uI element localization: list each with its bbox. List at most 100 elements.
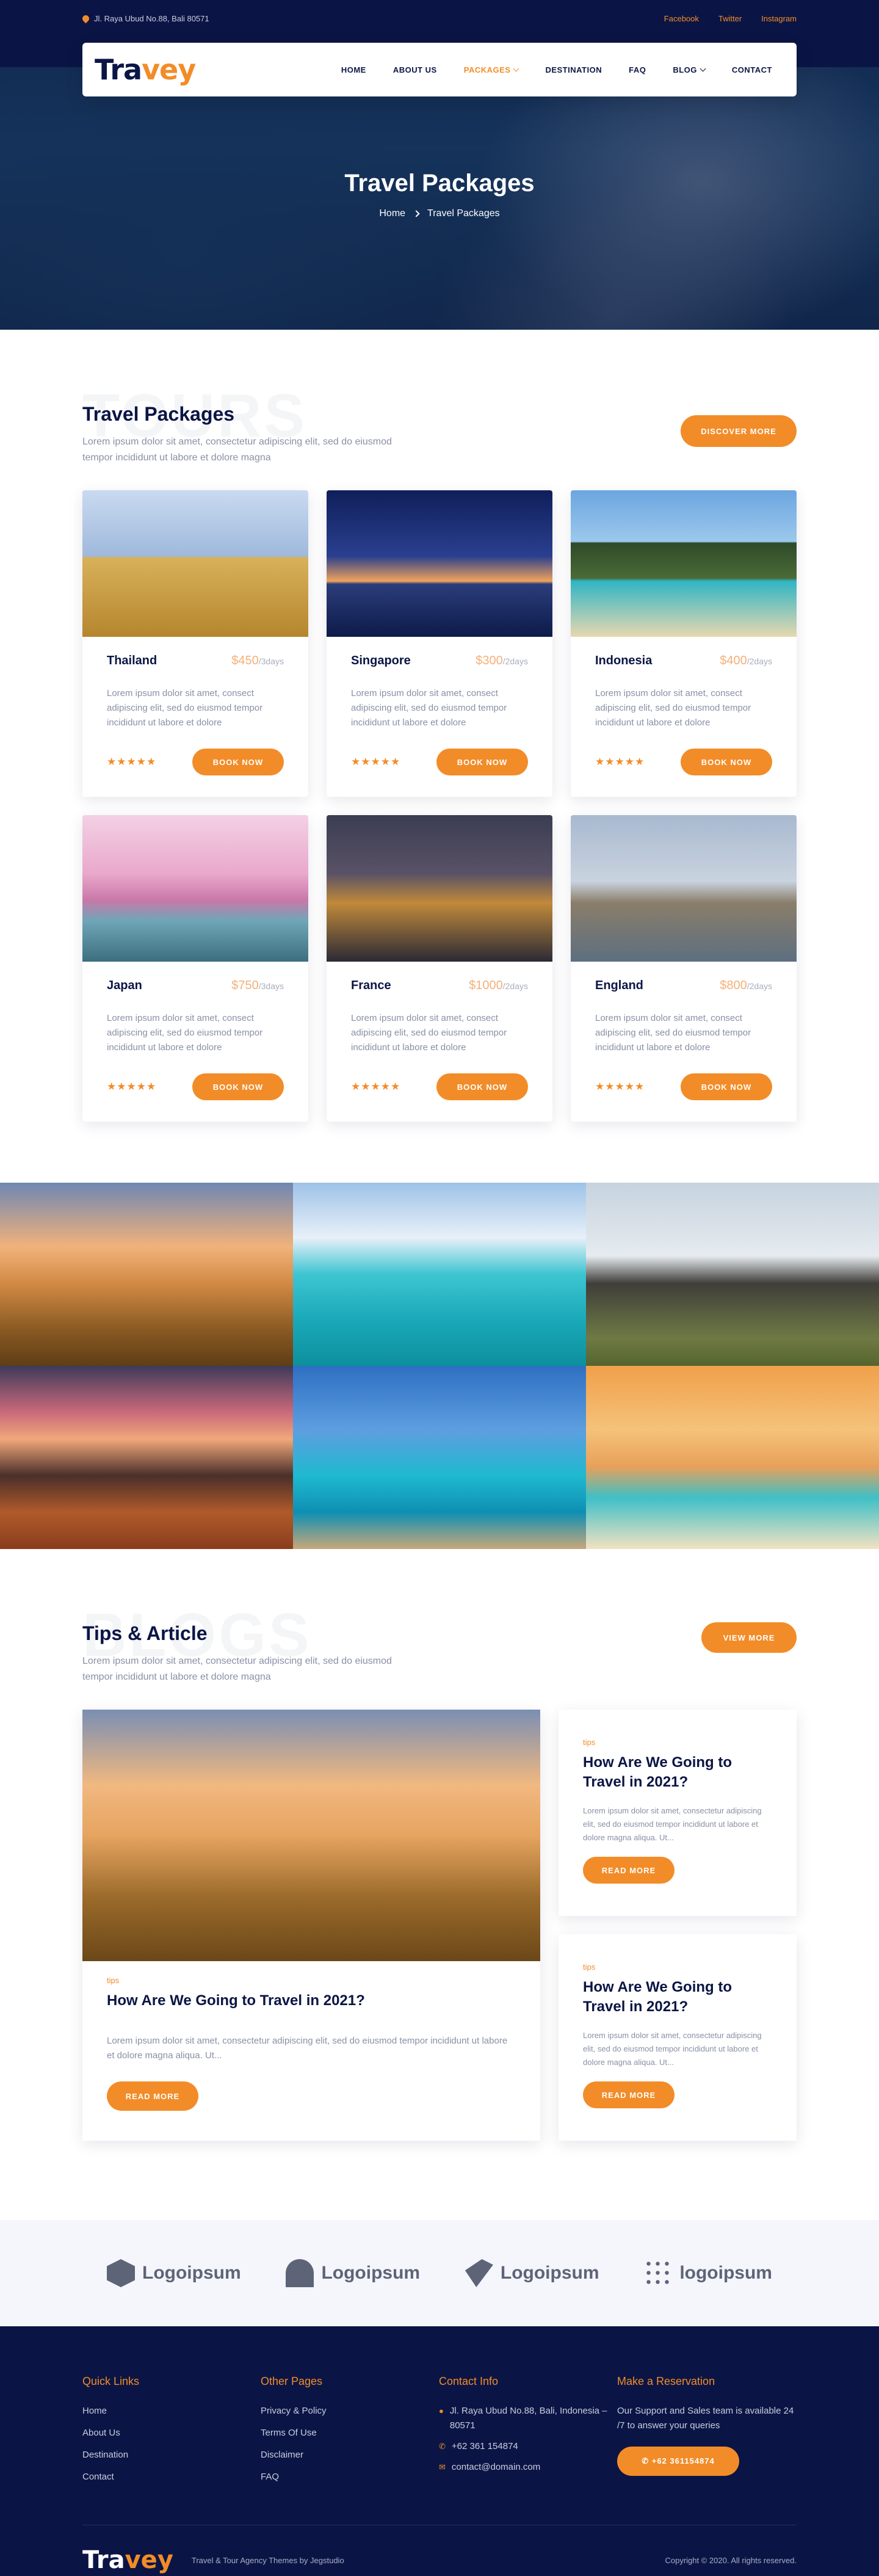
balloon-valley-image <box>82 1710 540 1961</box>
nav-blog[interactable]: BLOG <box>673 65 706 74</box>
footer-link-home[interactable]: Home <box>82 2404 261 2418</box>
book-now-button[interactable]: BOOK NOW <box>681 749 772 775</box>
twitter-link[interactable]: Twitter <box>718 14 742 23</box>
nav-packages-label: PACKAGES <box>463 65 511 74</box>
footer-link-faq[interactable]: FAQ <box>261 2470 439 2484</box>
nav-contact[interactable]: CONTACT <box>732 65 772 74</box>
view-more-button[interactable]: VIEW MORE <box>701 1622 797 1653</box>
singapore-skyline-image <box>327 490 552 637</box>
arch-logo-icon <box>286 2259 314 2287</box>
footer-link-privacy[interactable]: Privacy & Policy <box>261 2404 439 2418</box>
instagram-link[interactable]: Instagram <box>761 14 797 23</box>
footer-link-destination[interactable]: Destination <box>82 2448 261 2462</box>
price-unit: /2days <box>747 981 772 991</box>
footer-link-terms[interactable]: Terms Of Use <box>261 2426 439 2440</box>
nav-faq[interactable]: FAQ <box>629 65 646 74</box>
nav-destination[interactable]: DESTINATION <box>545 65 602 74</box>
footer-link-about[interactable]: About Us <box>82 2426 261 2440</box>
copyright-text: Copyright © 2020. All rights reserved. <box>665 2555 797 2565</box>
japan-cherry-blossom-image <box>82 815 308 962</box>
read-more-button[interactable]: READ MORE <box>107 2081 198 2111</box>
footer-bottom: Travey Travel & Tour Agency Themes by Je… <box>82 2525 797 2574</box>
reservation-phone-label: +62 361154874 <box>651 2456 715 2465</box>
gallery-island-resort-image[interactable] <box>293 1183 586 1366</box>
package-card: England $800/2days Lorem ipsum dolor sit… <box>571 815 797 1122</box>
footer-tagline: Travel & Tour Agency Themes by Jegstudio <box>191 2555 344 2565</box>
package-price: $300/2days <box>476 654 528 668</box>
contact-email[interactable]: contact@domain.com <box>452 2460 540 2475</box>
rating-stars-icon: ★★★★★ <box>595 1081 645 1092</box>
book-now-button[interactable]: BOOK NOW <box>192 749 284 775</box>
call-reservation-button[interactable]: ✆ +62 361154874 <box>617 2447 739 2476</box>
footer-quick-links: Quick Links Home About Us Destination Co… <box>82 2375 261 2492</box>
breadcrumb-home[interactable]: Home <box>379 208 405 219</box>
blog-title[interactable]: How Are We Going to Travel in 2021? <box>107 1992 516 2009</box>
gallery-prambanan-temple-image[interactable] <box>586 1183 879 1366</box>
partner-logo: logoipsum <box>644 2259 772 2287</box>
book-now-button[interactable]: BOOK NOW <box>436 749 528 775</box>
site-footer: Quick Links Home About Us Destination Co… <box>0 2326 879 2576</box>
nav-home[interactable]: HOME <box>341 65 366 74</box>
book-now-button[interactable]: BOOK NOW <box>436 1073 528 1100</box>
packages-section: TOURS Travel Packages Lorem ipsum dolor … <box>0 330 879 1122</box>
gallery-tropical-beach-image[interactable] <box>586 1366 879 1549</box>
footer-heading: Contact Info <box>439 2375 499 2387</box>
footer-link-contact[interactable]: Contact <box>82 2470 261 2484</box>
blog-title[interactable]: How Are We Going to Travel in 2021? <box>583 1753 772 1792</box>
package-name: Japan <box>107 979 142 992</box>
blog-card: tips How Are We Going to Travel in 2021?… <box>559 1710 797 1916</box>
partner-logo: Logoipsum <box>107 2259 241 2287</box>
phone-icon: ✆ <box>439 2442 446 2451</box>
blogs-section: BLOGS Tips & Article Lorem ipsum dolor s… <box>0 1549 879 2141</box>
chevron-right-icon <box>413 210 420 217</box>
facebook-link[interactable]: Facebook <box>664 14 699 23</box>
footer-heading: Other Pages <box>261 2375 323 2387</box>
contact-phone[interactable]: +62 361 154874 <box>452 2439 518 2454</box>
shard-logo-icon <box>465 2259 493 2287</box>
chevron-down-icon <box>700 65 706 71</box>
footer-link-disclaimer[interactable]: Disclaimer <box>261 2448 439 2462</box>
read-more-button[interactable]: READ MORE <box>583 1857 675 1884</box>
price-unit: /2days <box>747 656 772 666</box>
reservation-text: Our Support and Sales team is available … <box>617 2406 794 2431</box>
nav-packages[interactable]: PACKAGES <box>464 65 519 74</box>
gallery-volcano-sunrise-image[interactable] <box>0 1366 293 1549</box>
package-card: Thailand $450/3days Lorem ipsum dolor si… <box>82 490 308 797</box>
nav-home-label: HOME <box>341 65 366 74</box>
gallery-cappadocia-image[interactable] <box>0 1183 293 1366</box>
nav-blog-label: BLOG <box>673 65 697 74</box>
hexagon-logo-icon <box>107 2259 135 2287</box>
nav-about[interactable]: ABOUT US <box>393 65 437 74</box>
footer-reservation: Make a Reservation Our Support and Sales… <box>617 2375 797 2492</box>
thailand-temple-image <box>82 490 308 637</box>
main-navbar: Travey HOME ABOUT US PACKAGES DESTINATIO… <box>82 43 797 96</box>
discover-more-button[interactable]: DISCOVER MORE <box>681 415 797 447</box>
blog-tag: tips <box>107 1976 120 1985</box>
package-description: Lorem ipsum dolor sit amet, consect adip… <box>351 1013 507 1053</box>
package-name: Indonesia <box>595 654 653 667</box>
gallery-water-bungalow-image[interactable] <box>293 1366 586 1549</box>
partner-name: Logoipsum <box>142 2263 241 2283</box>
price-unit: /2days <box>502 656 528 666</box>
packages-header: TOURS Travel Packages Lorem ipsum dolor … <box>82 382 797 466</box>
package-price: $750/3days <box>231 979 284 993</box>
partner-name: logoipsum <box>679 2263 772 2283</box>
rating-stars-icon: ★★★★★ <box>351 756 401 767</box>
footer-logo[interactable]: Travey <box>82 2546 173 2574</box>
package-card: Singapore $300/2days Lorem ipsum dolor s… <box>327 490 552 797</box>
blog-excerpt: Lorem ipsum dolor sit amet, consectetur … <box>107 2036 508 2061</box>
blog-title[interactable]: How Are We Going to Travel in 2021? <box>583 1978 772 2017</box>
page-title: Travel Packages <box>344 170 535 197</box>
package-grid: Thailand $450/3days Lorem ipsum dolor si… <box>82 490 797 1122</box>
package-card: Japan $750/3days Lorem ipsum dolor sit a… <box>82 815 308 1122</box>
package-card: France $1000/2days Lorem ipsum dolor sit… <box>327 815 552 1122</box>
read-more-button[interactable]: READ MORE <box>583 2081 675 2108</box>
nav-menu: HOME ABOUT US PACKAGES DESTINATION FAQ B… <box>341 65 772 74</box>
site-logo[interactable]: Travey <box>95 53 196 86</box>
blog-tag: tips <box>583 1962 596 1972</box>
package-description: Lorem ipsum dolor sit amet, consect adip… <box>107 688 263 728</box>
package-name: Thailand <box>107 654 157 667</box>
logo-part-2: vey <box>125 2546 173 2574</box>
book-now-button[interactable]: BOOK NOW <box>681 1073 772 1100</box>
book-now-button[interactable]: BOOK NOW <box>192 1073 284 1100</box>
